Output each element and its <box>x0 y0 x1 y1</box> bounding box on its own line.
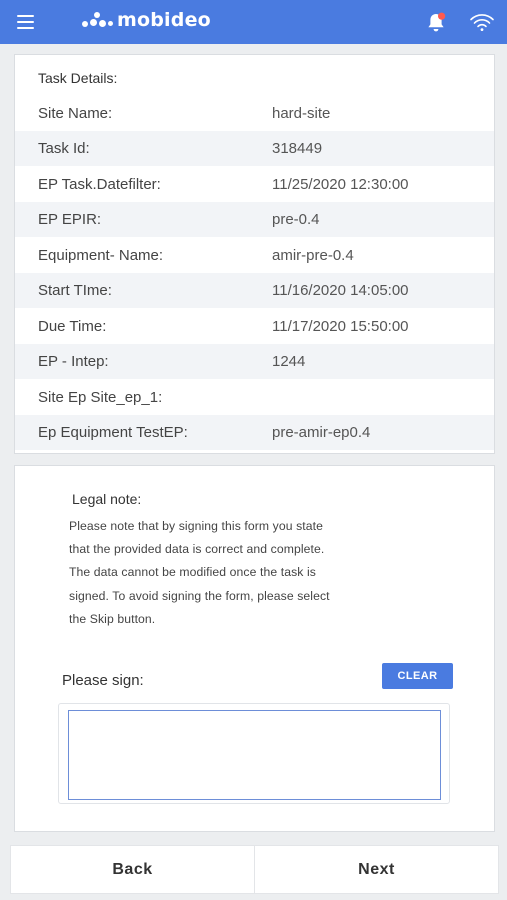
please-sign-label: Please sign: <box>62 672 144 689</box>
detail-label: Equipment- Name: <box>38 247 164 264</box>
detail-value: hard-site <box>272 105 331 122</box>
next-button[interactable]: Next <box>255 846 498 893</box>
notification-bell-icon[interactable] <box>424 11 448 35</box>
detail-label: EP - Intep: <box>38 353 109 370</box>
detail-value: 1244 <box>272 353 306 370</box>
detail-label: Due Time: <box>38 318 107 335</box>
detail-row-start-time: Start TIme: 11/16/2020 14:05:00 <box>15 273 494 308</box>
detail-value: 11/17/2020 15:50:00 <box>272 318 409 335</box>
detail-row-due-time: Due Time: 11/17/2020 15:50:00 <box>15 309 494 344</box>
brand-logo: mobideo <box>82 9 211 31</box>
detail-row-site-name: Site Name: hard-site <box>15 96 494 131</box>
signature-container <box>58 703 450 804</box>
detail-value: 11/16/2020 14:05:00 <box>272 282 409 299</box>
legal-note-line: signed. To avoid signing the form, pleas… <box>69 588 330 603</box>
detail-value: amir-pre-0.4 <box>272 247 354 264</box>
bottom-nav-bar: Back Next <box>10 845 499 894</box>
task-details-title: Task Details: <box>38 70 118 86</box>
detail-value: pre-amir-ep0.4 <box>272 424 371 441</box>
brand-name: mobideo <box>117 9 211 31</box>
detail-row-datefilter: EP Task.Datefilter: 11/25/2020 12:30:00 <box>15 167 494 202</box>
clear-signature-button[interactable]: CLEAR <box>382 663 453 689</box>
top-app-bar: mobideo <box>0 0 507 44</box>
legal-note-title: Legal note: <box>72 491 142 507</box>
detail-label: Site Ep Site_ep_1: <box>38 389 163 406</box>
detail-value: pre-0.4 <box>272 211 320 228</box>
legal-note-line: The data cannot be modified once the tas… <box>69 565 316 580</box>
detail-label: Ep Equipment TestEP: <box>38 424 188 441</box>
wifi-icon[interactable] <box>468 10 496 34</box>
detail-label: Task Id: <box>38 140 90 157</box>
logo-dots-icon <box>82 10 114 30</box>
legal-note-line: the Skip button. <box>69 611 156 626</box>
detail-row-task-id: Task Id: 318449 <box>15 131 494 166</box>
legal-note-line: Please note that by signing this form yo… <box>69 519 324 533</box>
menu-icon[interactable] <box>16 12 36 32</box>
detail-row-equipment-name: Equipment- Name: amir-pre-0.4 <box>15 238 494 273</box>
detail-label: Start TIme: <box>38 282 112 299</box>
legal-note-text: Please note that by signing this form yo… <box>69 515 429 631</box>
signature-pad[interactable] <box>68 710 441 800</box>
detail-value: 11/25/2020 12:30:00 <box>272 176 409 193</box>
legal-note-line: that the provided data is correct and co… <box>69 542 325 557</box>
detail-row-ep-equipment: Ep Equipment TestEP: pre-amir-ep0.4 <box>15 415 494 450</box>
detail-row-site-ep: Site Ep Site_ep_1: <box>15 380 494 415</box>
back-button[interactable]: Back <box>11 846 254 893</box>
detail-row-intep: EP - Intep: 1244 <box>15 344 494 379</box>
detail-label: Site Name: <box>38 105 113 122</box>
task-details-card: Task Details: Site Name: hard-site Task … <box>14 54 495 454</box>
legal-signature-card: Legal note: Please note that by signing … <box>14 465 495 832</box>
detail-label: EP Task.Datefilter: <box>38 176 161 193</box>
detail-label: EP EPIR: <box>38 211 102 228</box>
detail-value: 318449 <box>272 140 323 157</box>
detail-row-epir: EP EPIR: pre-0.4 <box>15 202 494 237</box>
notification-dot <box>438 12 446 20</box>
